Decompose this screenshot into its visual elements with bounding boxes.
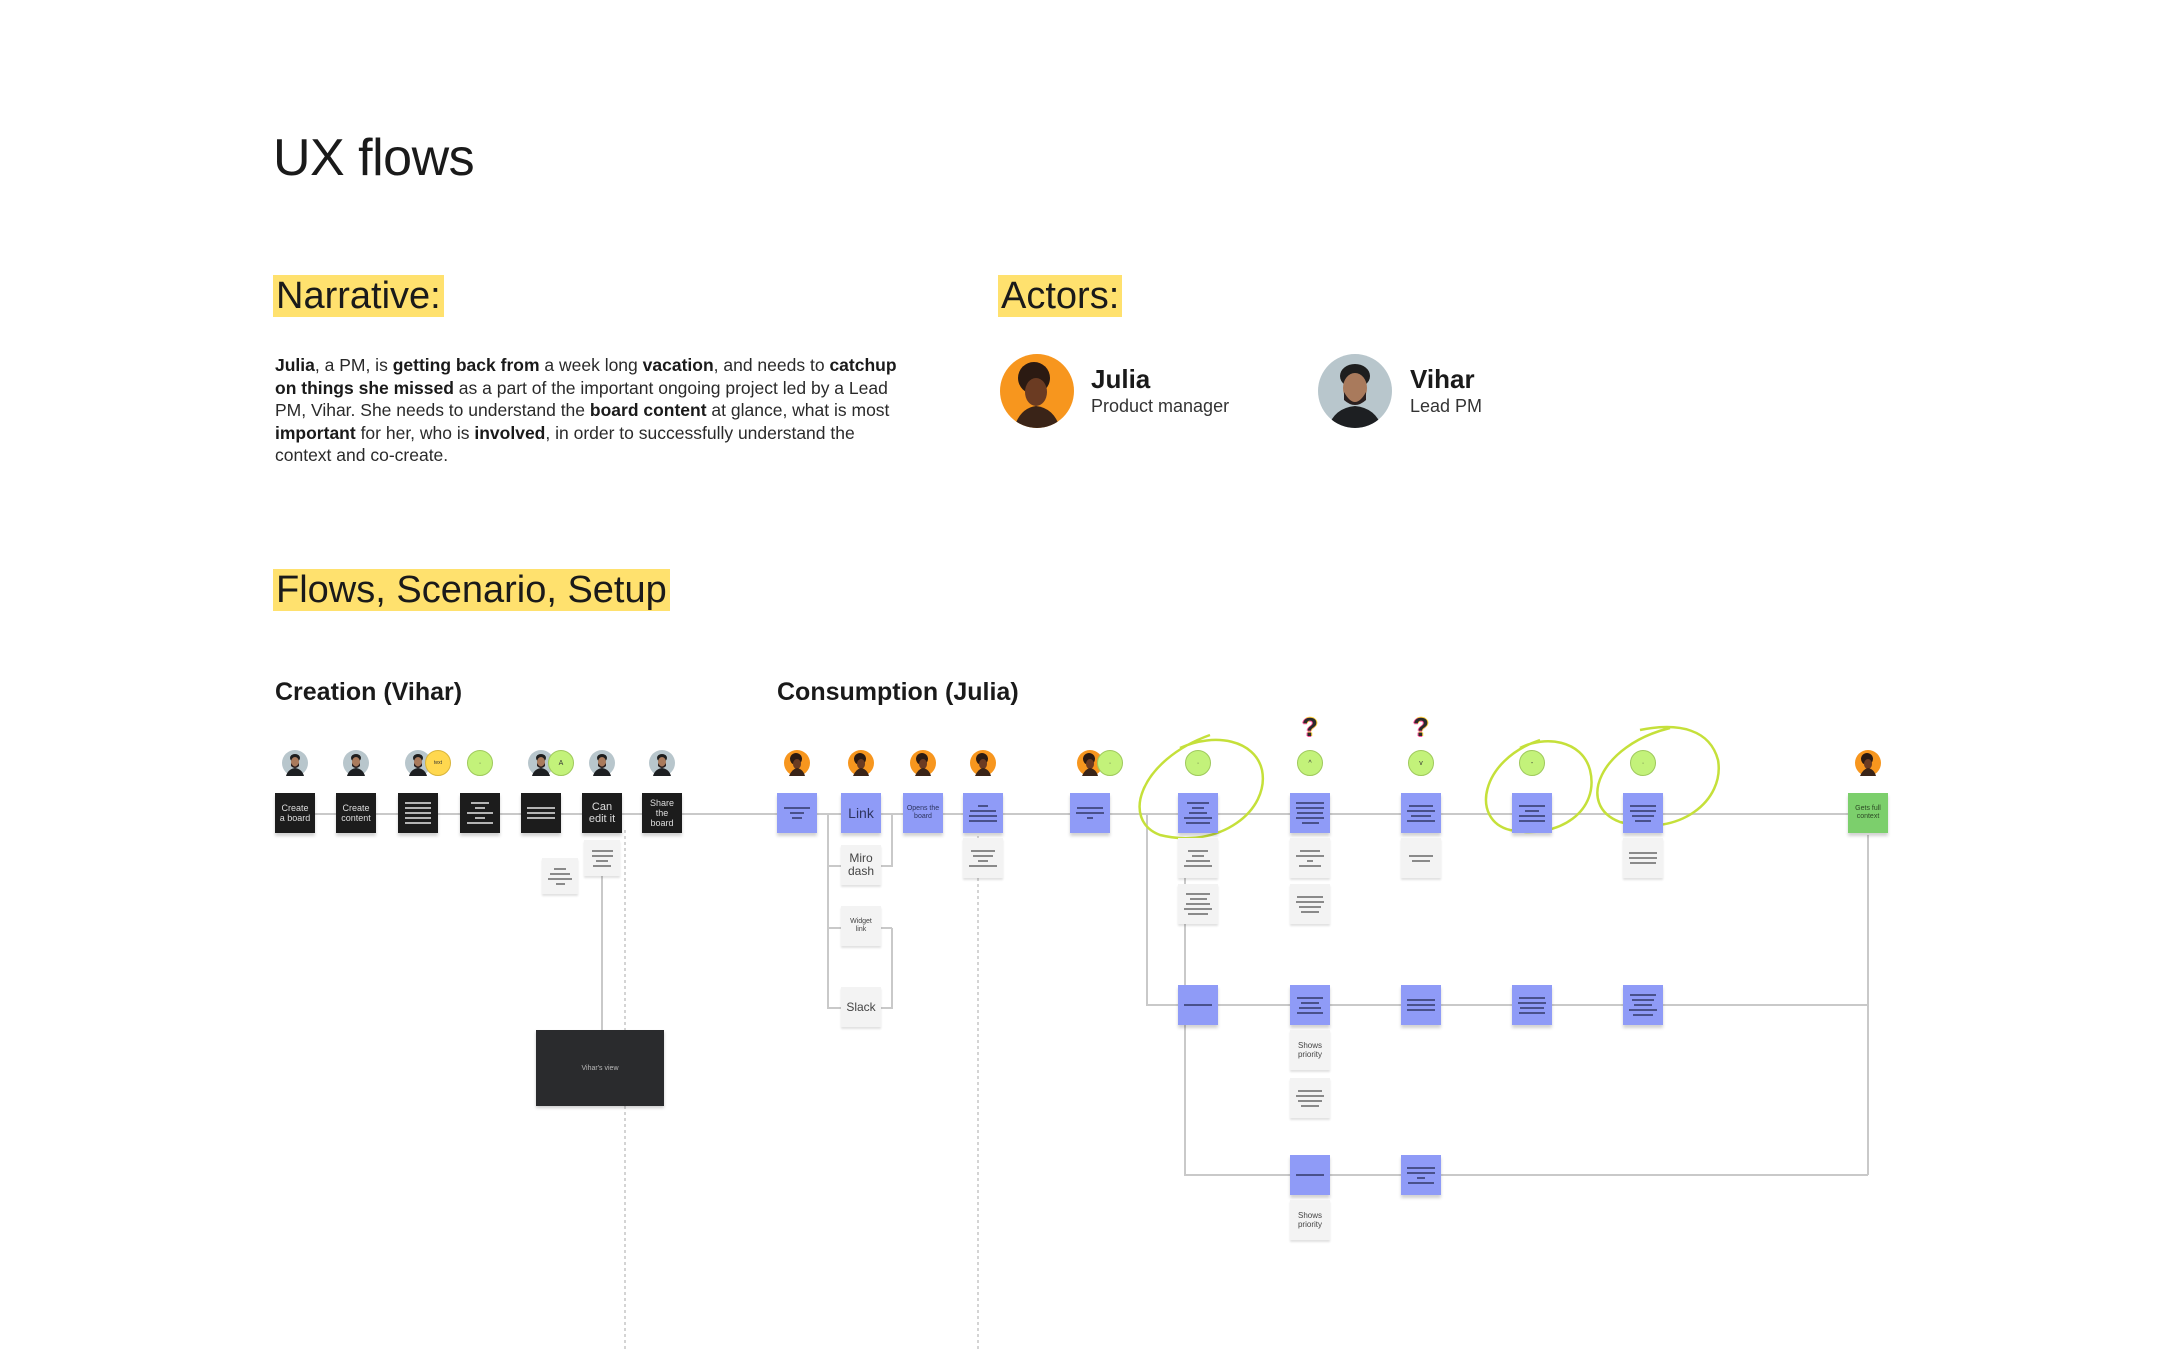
julia-avatar-icon	[784, 750, 810, 776]
consumption-step-8[interactable]	[1401, 793, 1441, 833]
step-label: Link	[848, 805, 874, 821]
creation-step-5[interactable]	[521, 793, 561, 833]
row2-step-2[interactable]	[1290, 985, 1330, 1025]
step-label: Opens the board	[906, 805, 940, 820]
text-lines	[780, 807, 814, 819]
julia-avatar-icon	[970, 750, 996, 776]
text-lines	[1181, 802, 1215, 824]
step-label: Create a board	[279, 803, 311, 823]
note-sticky[interactable]	[1623, 838, 1663, 878]
note-shows-priority[interactable]: Shows priority	[1290, 1200, 1330, 1240]
note-sticky[interactable]	[1290, 884, 1330, 924]
step-label: Gets full context	[1855, 805, 1881, 820]
text-lines	[1626, 804, 1660, 822]
note-sticky[interactable]	[1290, 1078, 1330, 1118]
flow-connectors	[275, 725, 1869, 1350]
text-lines	[1293, 802, 1327, 824]
note-sticky[interactable]	[1290, 838, 1330, 878]
row2-step-4[interactable]	[1512, 985, 1552, 1025]
vihar-avatar-icon	[649, 750, 675, 776]
consumption-step-5[interactable]	[1070, 793, 1110, 833]
creation-step-1[interactable]: Create a board	[275, 793, 315, 833]
row3-step-1[interactable]	[1290, 1155, 1330, 1195]
green-badge-icon: A	[548, 750, 574, 776]
text-lines	[463, 802, 497, 824]
vihar-avatar-icon	[589, 750, 615, 776]
step-label: Create content	[341, 803, 371, 823]
creation-step-7[interactable]: Share the board	[642, 793, 682, 833]
channel-miro-dash[interactable]: Miro dash	[841, 845, 881, 885]
note-sticky[interactable]	[542, 858, 578, 894]
note-sticky[interactable]	[963, 838, 1003, 878]
green-badge-icon: ·	[1097, 750, 1123, 776]
row2-step-3[interactable]	[1401, 985, 1441, 1025]
creation-step-2[interactable]: Create content	[336, 793, 376, 833]
creation-step-6[interactable]: Can edit it	[582, 793, 622, 833]
julia-avatar-icon	[910, 750, 936, 776]
note-sticky[interactable]	[1178, 838, 1218, 878]
consumption-step-10[interactable]	[1623, 793, 1663, 833]
text-lines	[401, 802, 435, 824]
note-sticky[interactable]	[584, 840, 620, 876]
vihar-avatar-icon	[343, 750, 369, 776]
consumption-step-7[interactable]	[1290, 793, 1330, 833]
green-badge-icon: v	[1408, 750, 1434, 776]
channel-slack[interactable]: Slack	[841, 987, 881, 1027]
row2-step-5[interactable]	[1623, 985, 1663, 1025]
yellow-badge-icon: text	[425, 750, 451, 776]
consumption-step-6[interactable]	[1178, 793, 1218, 833]
consumption-step-3[interactable]: Opens the board	[903, 793, 943, 833]
julia-avatar-icon	[1855, 750, 1881, 776]
creation-step-4[interactable]	[460, 793, 500, 833]
note-sticky[interactable]	[1178, 884, 1218, 924]
question-mark-icon: ?	[1302, 712, 1318, 742]
channel-widget-link[interactable]: Widget link	[841, 906, 881, 946]
green-badge-icon: ·	[467, 750, 493, 776]
result-board-preview[interactable]: Vihar's view	[536, 1030, 664, 1106]
consumption-step-9[interactable]	[1512, 793, 1552, 833]
text-lines	[1404, 804, 1438, 822]
branch-row2	[1146, 814, 1178, 1006]
question-mark-icon: ?	[1413, 712, 1429, 742]
step-label: Can edit it	[588, 801, 616, 825]
julia-avatar-icon	[848, 750, 874, 776]
green-badge-icon: ·	[1630, 750, 1656, 776]
note-shows-priority[interactable]: Shows priority	[1290, 1030, 1330, 1070]
final-step-gets-full-context[interactable]: Gets full context	[1848, 793, 1888, 833]
row3-step-2[interactable]	[1401, 1155, 1441, 1195]
creation-step-3[interactable]	[398, 793, 438, 833]
text-lines	[524, 807, 558, 819]
green-badge-icon: ·	[1185, 750, 1211, 776]
step-label: Share the board	[649, 798, 675, 828]
green-badge-icon: -	[1519, 750, 1545, 776]
text-lines	[1515, 804, 1549, 822]
consumption-step-2[interactable]: Link	[841, 793, 881, 833]
note-sticky[interactable]	[1401, 838, 1441, 878]
consumption-step-4[interactable]	[963, 793, 1003, 833]
consumption-step-1[interactable]	[777, 793, 817, 833]
vihar-avatar-icon	[282, 750, 308, 776]
text-lines	[966, 804, 1000, 822]
row2-step-1[interactable]	[1178, 985, 1218, 1025]
text-lines	[1073, 807, 1107, 819]
green-badge-icon: ^	[1297, 750, 1323, 776]
